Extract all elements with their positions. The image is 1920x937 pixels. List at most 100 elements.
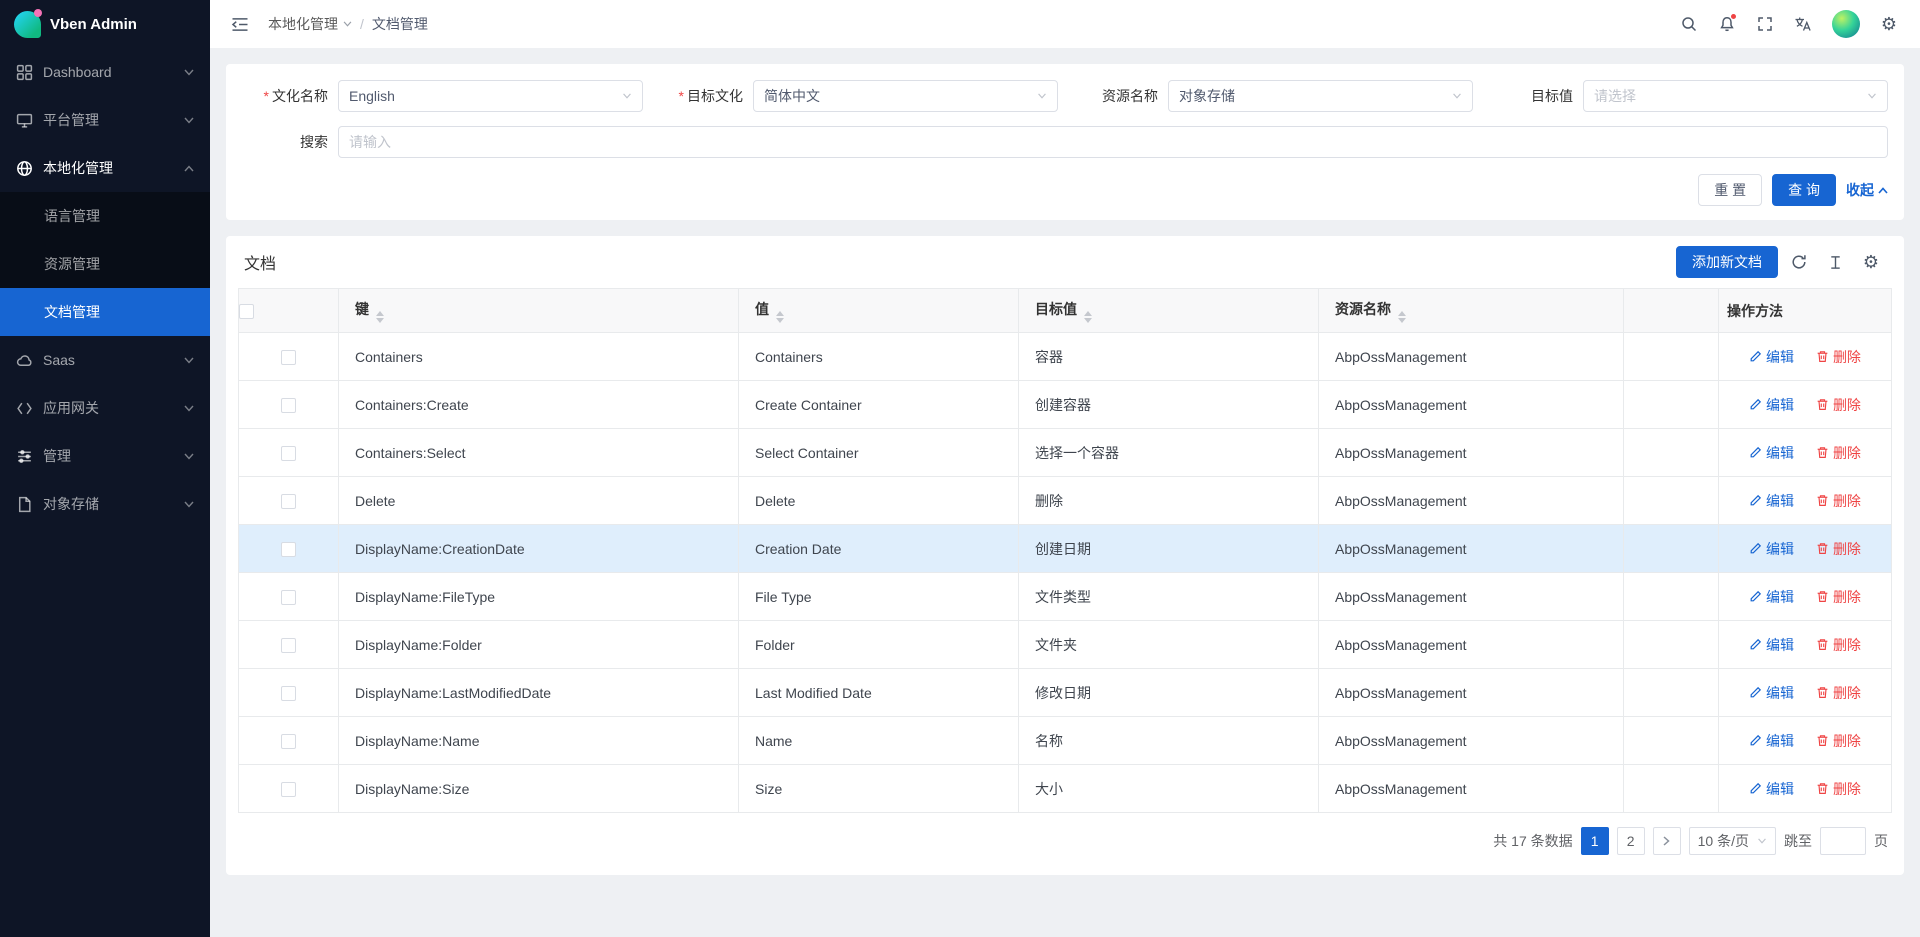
- chevron-down-icon: [184, 117, 194, 124]
- row-checkbox[interactable]: [281, 446, 296, 461]
- cell-resource-name: AbpOssManagement: [1319, 621, 1624, 669]
- sidebar-item-dashboard[interactable]: Dashboard: [0, 48, 210, 96]
- culture-name-select[interactable]: English: [338, 80, 643, 112]
- add-document-button[interactable]: 添加新文档: [1676, 246, 1778, 278]
- sidebar-item-platform[interactable]: 平台管理: [0, 96, 210, 144]
- edit-link[interactable]: 编辑: [1749, 587, 1794, 607]
- sidebar-item-resource-management[interactable]: 资源管理: [0, 240, 210, 288]
- delete-link[interactable]: 删除: [1816, 443, 1861, 463]
- edit-link[interactable]: 编辑: [1749, 635, 1794, 655]
- sidebar-item-management[interactable]: 管理: [0, 432, 210, 480]
- table-row[interactable]: Containers:Select Select Container 选择一个容…: [239, 429, 1892, 477]
- search-icon[interactable]: [1670, 0, 1708, 48]
- delete-link[interactable]: 删除: [1816, 731, 1861, 751]
- row-checkbox[interactable]: [281, 734, 296, 749]
- table-row[interactable]: Containers Containers 容器 AbpOssManagemen…: [239, 333, 1892, 381]
- sort-icons[interactable]: [1398, 311, 1406, 323]
- column-header-target[interactable]: 目标值: [1019, 289, 1319, 333]
- cell-spacer: [1624, 765, 1719, 813]
- pencil-icon: [1749, 590, 1762, 603]
- table-row[interactable]: Delete Delete 删除 AbpOssManagement 编辑: [239, 477, 1892, 525]
- page-button-1[interactable]: 1: [1581, 827, 1609, 855]
- sort-icons[interactable]: [1084, 311, 1092, 323]
- edit-link[interactable]: 编辑: [1749, 443, 1794, 463]
- app-logo[interactable]: Vben Admin: [0, 0, 210, 48]
- pencil-icon: [1749, 398, 1762, 411]
- page-button-2[interactable]: 2: [1617, 827, 1645, 855]
- delete-link[interactable]: 删除: [1816, 347, 1861, 367]
- sidebar-item-label: 应用网关: [43, 398, 184, 418]
- table-row[interactable]: DisplayName:LastModifiedDate Last Modifi…: [239, 669, 1892, 717]
- table-title: 文档: [244, 250, 276, 274]
- cell-actions: 编辑 删除: [1719, 429, 1892, 477]
- search-input[interactable]: [338, 126, 1888, 158]
- fullscreen-icon[interactable]: [1746, 0, 1784, 48]
- sort-icons[interactable]: [776, 311, 784, 323]
- cell-resource-name: AbpOssManagement: [1319, 525, 1624, 573]
- column-header-key[interactable]: 键: [339, 289, 739, 333]
- jump-to-page-input[interactable]: [1820, 827, 1866, 855]
- page-content: *文化名称 English *目标文化 简体中文 资源名称: [210, 48, 1920, 937]
- table-row[interactable]: DisplayName:Size Size 大小 AbpOssManagemen…: [239, 765, 1892, 813]
- delete-link[interactable]: 删除: [1816, 587, 1861, 607]
- row-height-icon[interactable]: [1820, 247, 1850, 277]
- row-checkbox[interactable]: [281, 590, 296, 605]
- sort-icons[interactable]: [376, 311, 384, 323]
- edit-link[interactable]: 编辑: [1749, 539, 1794, 559]
- collapse-link[interactable]: 收起: [1846, 180, 1888, 200]
- cell-key: DisplayName:CreationDate: [339, 525, 739, 573]
- target-culture-select[interactable]: 简体中文: [753, 80, 1058, 112]
- chevron-down-icon: [343, 21, 352, 27]
- row-checkbox[interactable]: [281, 638, 296, 653]
- delete-link[interactable]: 删除: [1816, 395, 1861, 415]
- row-checkbox[interactable]: [281, 782, 296, 797]
- query-button[interactable]: 查 询: [1772, 174, 1836, 206]
- column-header-value[interactable]: 值: [739, 289, 1019, 333]
- resource-name-select[interactable]: 对象存储: [1168, 80, 1473, 112]
- select-all-checkbox[interactable]: [239, 304, 254, 319]
- edit-link[interactable]: 编辑: [1749, 395, 1794, 415]
- delete-link[interactable]: 删除: [1816, 683, 1861, 703]
- settings-gear-icon[interactable]: ⚙: [1870, 0, 1908, 48]
- table-row[interactable]: DisplayName:Folder Folder 文件夹 AbpOssMana…: [239, 621, 1892, 669]
- page-size-select[interactable]: 10 条/页: [1689, 827, 1776, 855]
- row-checkbox[interactable]: [281, 398, 296, 413]
- sidebar-item-language-management[interactable]: 语言管理: [0, 192, 210, 240]
- sidebar-item-saas[interactable]: Saas: [0, 336, 210, 384]
- table-row[interactable]: DisplayName:CreationDate Creation Date 创…: [239, 525, 1892, 573]
- refresh-icon[interactable]: [1784, 247, 1814, 277]
- edit-link[interactable]: 编辑: [1749, 731, 1794, 751]
- breadcrumb-parent[interactable]: 本地化管理: [268, 14, 352, 34]
- delete-link[interactable]: 删除: [1816, 539, 1861, 559]
- column-settings-gear-icon[interactable]: ⚙: [1856, 247, 1886, 277]
- table-row[interactable]: DisplayName:Name Name 名称 AbpOssManagemen…: [239, 717, 1892, 765]
- sidebar-item-object-storage[interactable]: 对象存储: [0, 480, 210, 528]
- table-row[interactable]: DisplayName:FileType File Type 文件类型 AbpO…: [239, 573, 1892, 621]
- delete-link[interactable]: 删除: [1816, 635, 1861, 655]
- sidebar-item-document-management[interactable]: 文档管理: [0, 288, 210, 336]
- table-row[interactable]: Containers:Create Create Container 创建容器 …: [239, 381, 1892, 429]
- edit-link[interactable]: 编辑: [1749, 683, 1794, 703]
- next-page-button[interactable]: [1653, 827, 1681, 855]
- header-actions: ⚙: [1670, 0, 1908, 48]
- column-header-resource[interactable]: 资源名称: [1319, 289, 1624, 333]
- target-value-select[interactable]: 请选择: [1583, 80, 1888, 112]
- sidebar-item-localization[interactable]: 本地化管理: [0, 144, 210, 192]
- row-checkbox[interactable]: [281, 350, 296, 365]
- row-checkbox[interactable]: [281, 542, 296, 557]
- sidebar-item-gateway[interactable]: 应用网关: [0, 384, 210, 432]
- delete-link[interactable]: 删除: [1816, 491, 1861, 511]
- target-culture-label: 目标文化: [687, 88, 743, 104]
- row-checkbox[interactable]: [281, 494, 296, 509]
- edit-link[interactable]: 编辑: [1749, 491, 1794, 511]
- dashboard-icon: [16, 64, 33, 81]
- user-avatar[interactable]: [1832, 10, 1860, 38]
- edit-link[interactable]: 编辑: [1749, 347, 1794, 367]
- notification-bell-icon[interactable]: [1708, 0, 1746, 48]
- reset-button[interactable]: 重 置: [1698, 174, 1762, 206]
- row-checkbox[interactable]: [281, 686, 296, 701]
- edit-link[interactable]: 编辑: [1749, 779, 1794, 799]
- menu-fold-icon[interactable]: [226, 10, 254, 38]
- translate-icon[interactable]: [1784, 0, 1822, 48]
- delete-link[interactable]: 删除: [1816, 779, 1861, 799]
